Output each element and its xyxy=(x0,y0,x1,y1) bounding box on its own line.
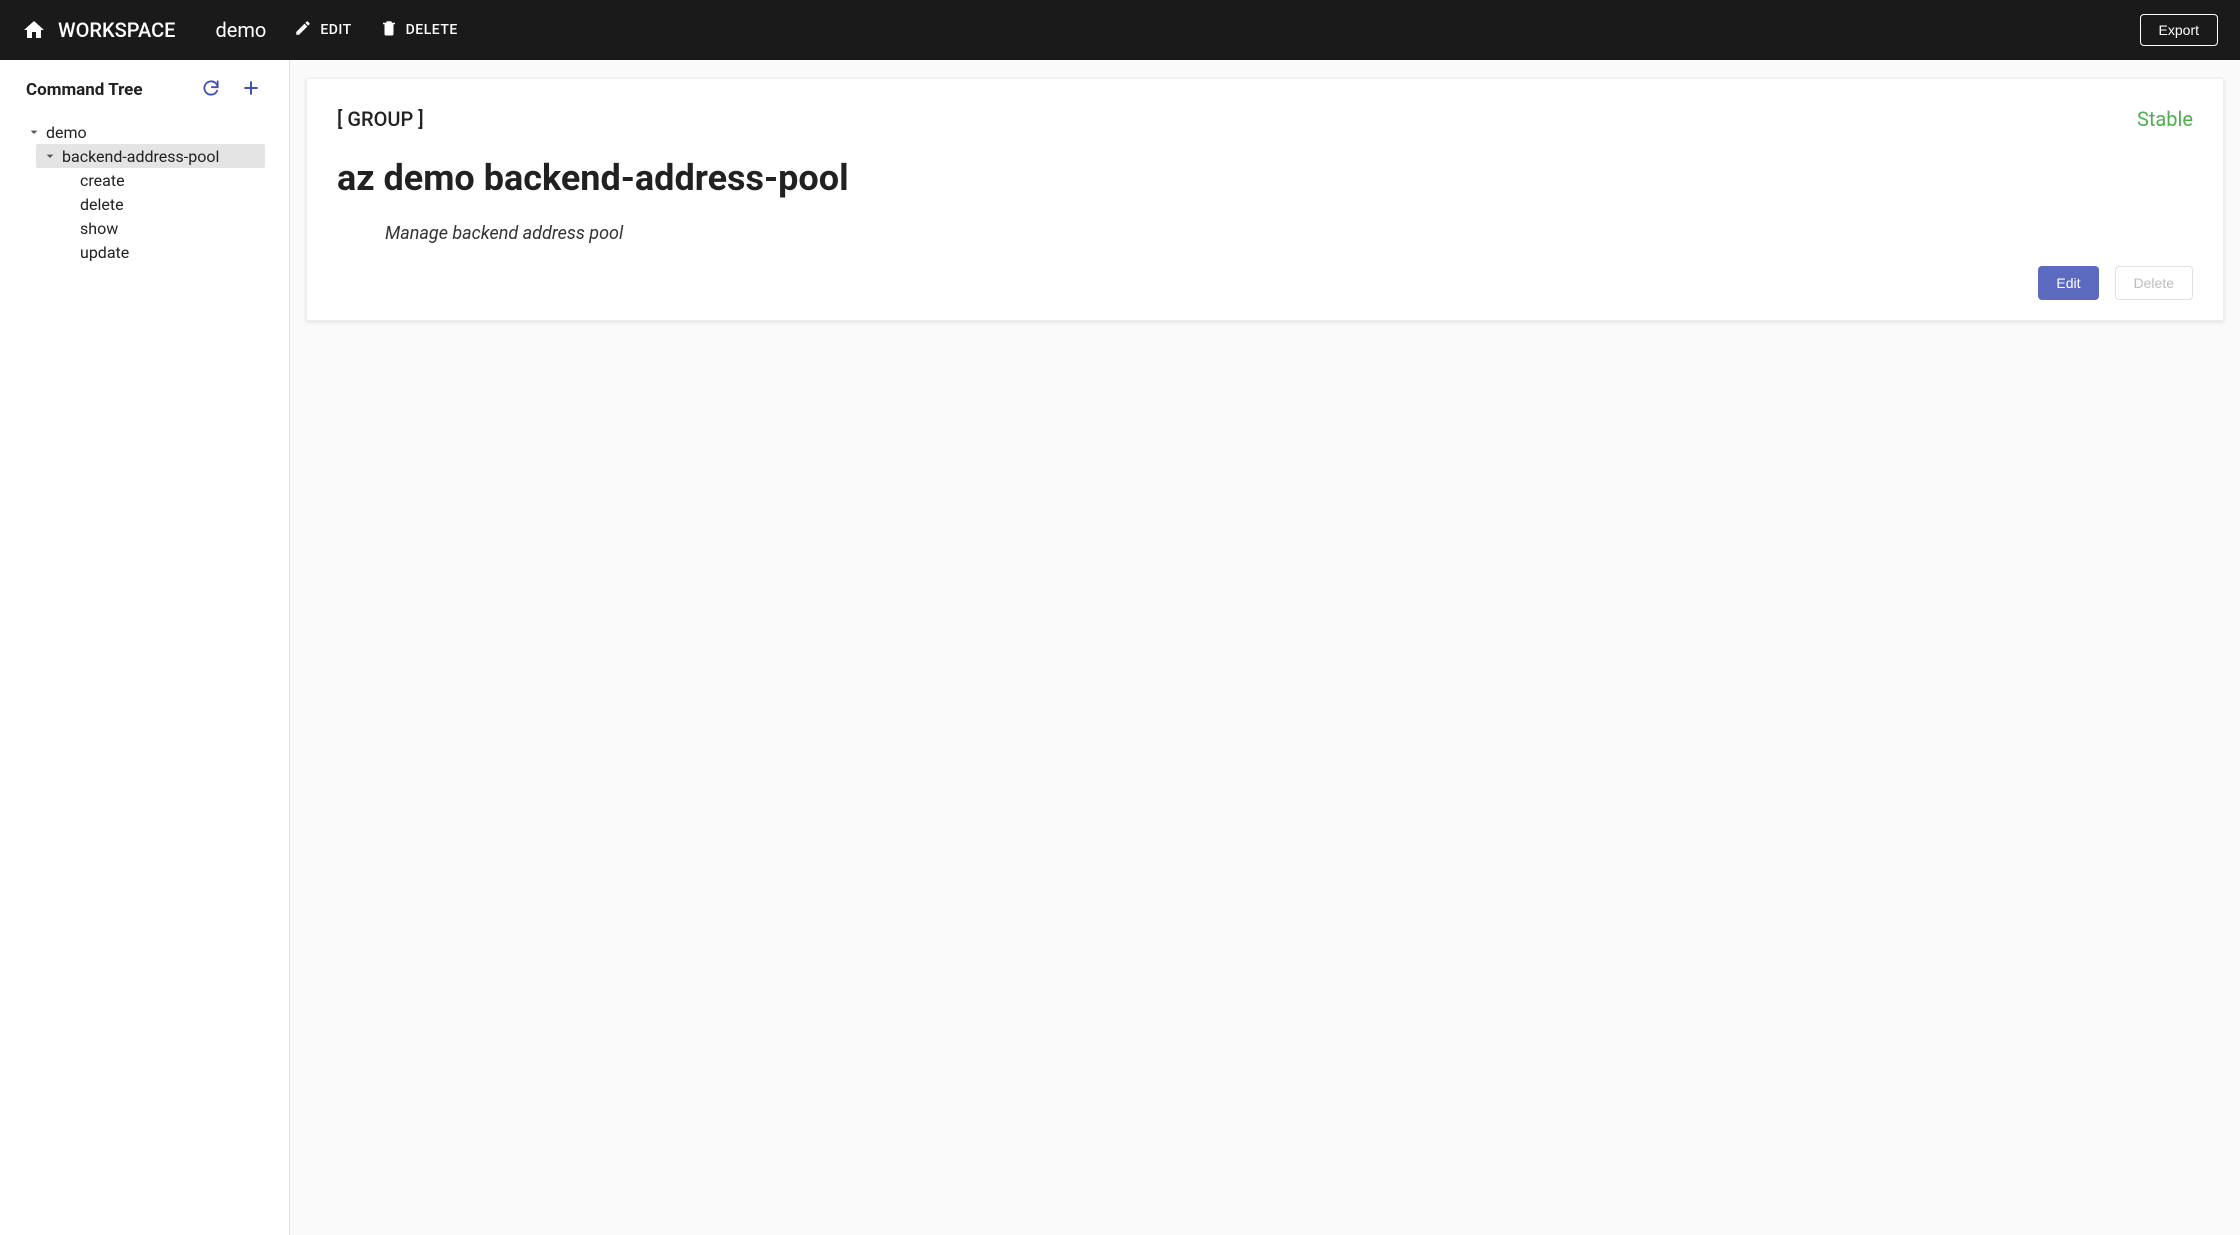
tree-node-label: show xyxy=(80,219,118,238)
card-delete-button[interactable]: Delete xyxy=(2115,266,2193,300)
refresh-button[interactable] xyxy=(199,78,223,102)
pencil-icon xyxy=(294,19,312,41)
sidebar-header: Command Tree xyxy=(0,78,289,102)
card-edit-button[interactable]: Edit xyxy=(2038,266,2098,300)
export-button[interactable]: Export xyxy=(2140,14,2218,46)
add-button[interactable] xyxy=(239,78,263,102)
edit-button[interactable]: EDIT xyxy=(294,19,351,41)
card-actions: Edit Delete xyxy=(337,266,2193,300)
refresh-icon xyxy=(201,78,221,102)
sidebar-title: Command Tree xyxy=(26,80,199,100)
group-tag: [ GROUP ] xyxy=(337,107,424,131)
command-tree: demo backend-address-pool create delete … xyxy=(0,120,289,264)
home-icon[interactable] xyxy=(22,18,46,42)
delete-label: DELETE xyxy=(406,22,458,38)
workspace-link[interactable]: WORKSPACE xyxy=(58,18,175,42)
status-badge: Stable xyxy=(2137,107,2193,131)
delete-button[interactable]: DELETE xyxy=(380,19,458,41)
tree-node-delete[interactable]: delete xyxy=(0,192,289,216)
sidebar: Command Tree demo xyxy=(0,60,290,1235)
detail-card: [ GROUP ] Stable az demo backend-address… xyxy=(306,78,2224,321)
command-description: Manage backend address pool xyxy=(385,223,2193,244)
trash-icon xyxy=(380,19,398,41)
tree-node-backend-address-pool[interactable]: backend-address-pool xyxy=(36,144,265,168)
card-header: [ GROUP ] Stable xyxy=(337,107,2193,131)
plus-icon xyxy=(241,78,261,102)
edit-label: EDIT xyxy=(320,22,351,38)
workspace-name: demo xyxy=(215,18,266,42)
tree-node-label: backend-address-pool xyxy=(62,147,219,166)
tree-node-update[interactable]: update xyxy=(0,240,289,264)
tree-node-demo[interactable]: demo xyxy=(0,120,289,144)
tree-node-label: delete xyxy=(80,195,124,214)
chevron-down-icon xyxy=(26,124,42,140)
tree-node-create[interactable]: create xyxy=(0,168,289,192)
tree-node-label: create xyxy=(80,171,125,190)
layout: Command Tree demo xyxy=(0,60,2240,1235)
main-content: [ GROUP ] Stable az demo backend-address… xyxy=(290,60,2240,1235)
tree-node-show[interactable]: show xyxy=(0,216,289,240)
chevron-down-icon xyxy=(42,148,58,164)
tree-node-label: update xyxy=(80,243,129,262)
appbar: WORKSPACE demo EDIT DELETE Export xyxy=(0,0,2240,60)
tree-node-label: demo xyxy=(46,123,87,142)
command-title: az demo backend-address-pool xyxy=(337,157,2193,199)
